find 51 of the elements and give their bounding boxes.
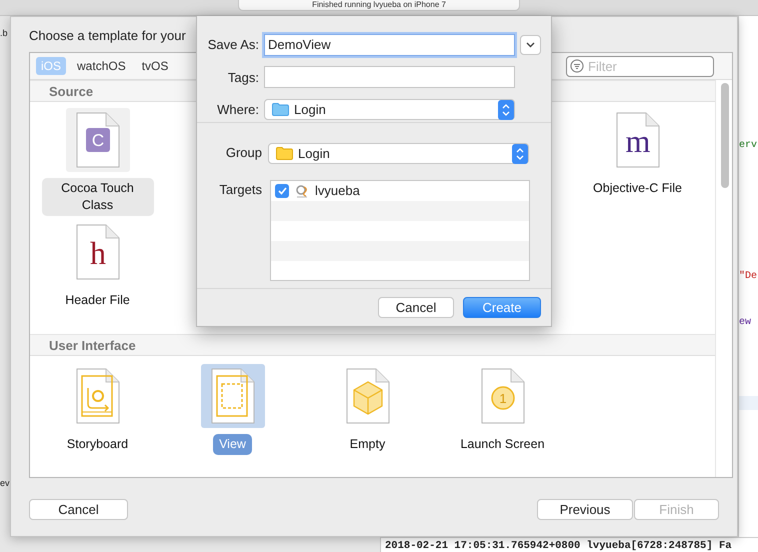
template-item[interactable]: Empty <box>300 364 435 455</box>
sheet-button[interactable]: Previous <box>537 499 633 520</box>
activity-status: Finished running lvyueba on iPhone 7 <box>238 0 520 11</box>
target-icon <box>295 184 309 198</box>
field-label: Targets <box>218 180 262 199</box>
popup-value: Login <box>294 102 326 118</box>
code-text: "De <box>739 271 758 284</box>
console-line: 2018-02-21 17:05:31.765942+0800 lvyueba[6728:248785] Fa <box>385 540 733 552</box>
folder-icon <box>272 103 289 116</box>
field-label: Where: <box>216 102 259 118</box>
scrollbar[interactable] <box>715 80 732 477</box>
template-item[interactable]: m Objective-C File <box>570 108 705 199</box>
filter-icon <box>570 58 584 72</box>
template-item[interactable]: Storyboard <box>30 364 165 455</box>
template-item[interactable]: C Cocoa Touch Class <box>30 108 165 216</box>
expand-button[interactable] <box>520 34 541 55</box>
template-item[interactable]: 1 Launch Screen <box>435 364 570 455</box>
platform-tab[interactable]: tvOS <box>136 57 174 75</box>
chevron-down-icon <box>526 42 535 48</box>
stepper-icon <box>512 144 528 164</box>
cube-icon <box>346 368 390 424</box>
launch-screen-icon: 1 <box>480 368 524 424</box>
code-text: ev <box>0 478 10 488</box>
selected-line-highlight <box>739 396 758 410</box>
popup-value: Login <box>298 146 330 161</box>
filter-field[interactable]: Filter <box>566 56 714 76</box>
code-text: .b <box>0 28 9 38</box>
tags-field[interactable] <box>264 66 515 88</box>
sheet-button[interactable]: Cancel <box>29 499 128 520</box>
document-icon: C <box>76 112 120 168</box>
template-item[interactable]: h Header File <box>30 220 165 311</box>
platform-tab[interactable]: watchOS <box>72 57 131 75</box>
code-text: ew <box>739 317 752 330</box>
stepper-icon <box>498 100 514 120</box>
storyboard-icon <box>76 368 120 424</box>
target-name: lvyueba <box>315 183 360 198</box>
panel-button[interactable]: Cancel <box>378 297 454 318</box>
checkmark-icon <box>278 186 286 194</box>
sheet-title: Choose a template for your <box>29 27 187 44</box>
folder-icon <box>276 147 293 160</box>
code-text: erv <box>739 140 758 153</box>
field-label: Save As: <box>206 37 259 52</box>
group-popup[interactable]: Login <box>268 143 529 164</box>
document-icon: m <box>616 112 660 168</box>
document-icon: h <box>76 224 120 280</box>
section-header: User Interface <box>30 334 715 356</box>
save-as-field[interactable]: DemoView <box>264 34 515 56</box>
checkbox[interactable] <box>275 184 289 198</box>
field-label: Group <box>224 144 262 162</box>
view-icon <box>210 368 254 424</box>
where-popup[interactable]: Login <box>264 99 515 120</box>
